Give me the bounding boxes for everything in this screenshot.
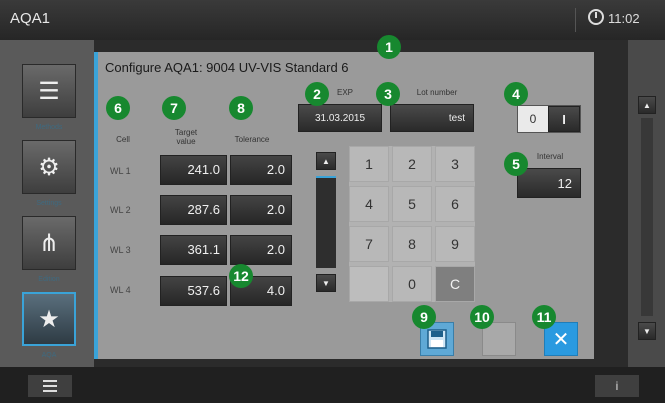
sidebar-item-aqa[interactable]: ★ <box>22 292 76 346</box>
row-label-wl3: WL 3 <box>110 245 131 255</box>
target-value-wl1[interactable]: 241.0 <box>160 155 227 185</box>
menu-icon-line <box>43 390 57 392</box>
keypad-key-clear[interactable]: C <box>435 266 475 302</box>
sidebar-item-label: Edition <box>38 276 60 283</box>
top-bar <box>0 0 665 40</box>
config-icon: ⋔ <box>38 229 60 257</box>
page-up-button[interactable]: ▲ <box>638 96 656 114</box>
callout-badge-9: 9 <box>412 305 436 329</box>
sidebar-item-label: Settings <box>36 200 62 207</box>
target-value-wl2[interactable]: 287.6 <box>160 195 227 225</box>
info-button[interactable]: i <box>595 375 639 397</box>
callout-badge-7: 7 <box>162 96 186 120</box>
page-scrollbar[interactable] <box>641 118 653 316</box>
page-down-button[interactable]: ▼ <box>638 322 656 340</box>
sidebar-item-edition[interactable]: ⋔ <box>22 216 76 270</box>
dialog-title: Configure AQA1: 9004 UV-VIS Standard 6 <box>105 60 349 75</box>
keypad-key-0[interactable]: 0 <box>392 266 432 302</box>
list-scroll-down-button[interactable]: ▼ <box>316 274 336 292</box>
column-header-target-value: Target value <box>174 128 198 146</box>
gear-icon: ⚙ <box>38 153 60 181</box>
list-icon: ☰ <box>38 77 60 105</box>
keypad-key-5[interactable]: 5 <box>392 186 432 222</box>
bottom-bar <box>0 367 665 403</box>
callout-badge-8: 8 <box>229 96 253 120</box>
keypad-key-9[interactable]: 9 <box>435 226 475 262</box>
sidebar-item-label: Methods <box>35 124 63 131</box>
topbar-divider <box>575 8 576 32</box>
row-label-wl2: WL 2 <box>110 205 131 215</box>
toggle-off-label: 0 <box>529 112 537 126</box>
keypad-key-3[interactable]: 3 <box>435 146 475 182</box>
keypad-key-8[interactable]: 8 <box>392 226 432 262</box>
clock-icon <box>588 9 604 25</box>
save-icon <box>427 329 447 349</box>
list-scroll-up-button[interactable]: ▲ <box>316 152 336 170</box>
exp-label: EXP <box>336 88 353 97</box>
toggle-on-label: I <box>548 106 580 132</box>
menu-button[interactable] <box>28 375 72 397</box>
clock-time: 11:02 <box>608 11 640 26</box>
keypad-key-1[interactable]: 1 <box>349 146 389 182</box>
sidebar-item-label: AQA <box>41 352 57 359</box>
menu-icon-line <box>43 385 57 387</box>
lot-number-label: Lot number <box>416 88 458 97</box>
target-value-wl4[interactable]: 537.6 <box>160 276 227 306</box>
tolerance-wl2[interactable]: 2.0 <box>230 195 292 225</box>
target-value-wl3[interactable]: 361.1 <box>160 235 227 265</box>
menu-icon <box>43 380 57 382</box>
sidebar-item-methods[interactable]: ☰ <box>22 64 76 118</box>
keypad-key-4[interactable]: 4 <box>349 186 389 222</box>
close-icon: ✕ <box>552 328 570 351</box>
row-label-wl1: WL 1 <box>110 166 131 176</box>
callout-badge-3: 3 <box>376 82 400 106</box>
keypad-key-6[interactable]: 6 <box>435 186 475 222</box>
column-header-cell: Cell <box>116 135 130 144</box>
callout-badge-1: 1 <box>377 35 401 59</box>
column-header-tolerance: Tolerance <box>234 135 270 144</box>
interval-label: Interval <box>536 152 564 161</box>
exp-date-field[interactable]: 31.03.2015 <box>298 104 382 132</box>
callout-badge-2: 2 <box>305 82 329 106</box>
tolerance-wl1[interactable]: 2.0 <box>230 155 292 185</box>
app-title: AQA1 <box>10 10 51 27</box>
callout-badge-6: 6 <box>106 96 130 120</box>
aqa-star-icon: ★ <box>38 305 60 333</box>
callout-badge-5: 5 <box>504 152 528 176</box>
tolerance-wl3[interactable]: 2.0 <box>230 235 292 265</box>
lot-number-field[interactable]: test <box>390 104 474 132</box>
interval-field[interactable]: 12 <box>517 168 581 198</box>
callout-badge-10: 10 <box>470 305 494 329</box>
keypad-key-blank[interactable] <box>349 266 389 302</box>
list-scrollbar[interactable] <box>316 176 336 268</box>
keypad-key-7[interactable]: 7 <box>349 226 389 262</box>
callout-badge-12: 12 <box>229 264 253 288</box>
keypad-key-2[interactable]: 2 <box>392 146 432 182</box>
callout-badge-11: 11 <box>532 305 556 329</box>
callout-badge-4: 4 <box>504 82 528 106</box>
sidebar-item-settings[interactable]: ⚙ <box>22 140 76 194</box>
row-label-wl4: WL 4 <box>110 285 131 295</box>
